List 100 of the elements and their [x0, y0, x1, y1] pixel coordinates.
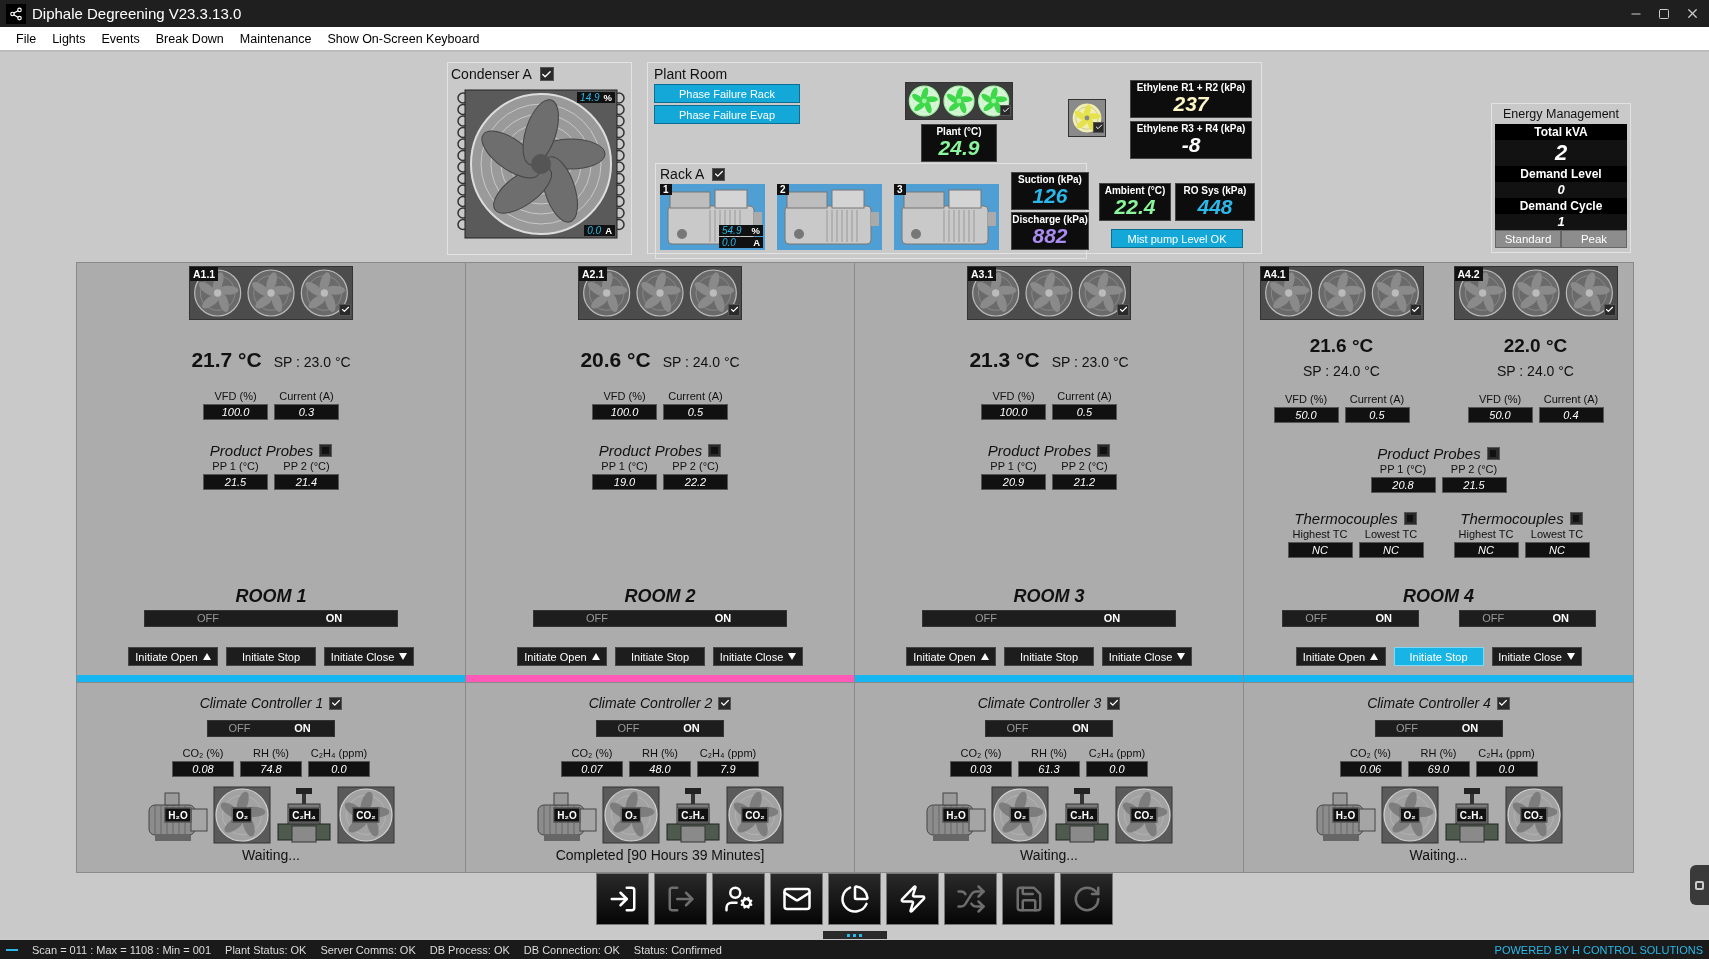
checkbox[interactable]	[1403, 512, 1417, 525]
fan-drawing	[602, 786, 660, 844]
checkbox[interactable]	[1093, 121, 1104, 133]
setpoint: SP : 23.0 °C	[273, 354, 351, 370]
checkbox[interactable]	[1107, 696, 1121, 710]
toolbar-button[interactable]	[828, 873, 881, 925]
checkbox[interactable]	[1569, 512, 1583, 525]
reading-label: Highest TC	[1292, 528, 1348, 540]
device-label: H₂O	[164, 807, 192, 823]
on-off-switch[interactable]: OFF ON	[533, 610, 787, 627]
checkbox[interactable]	[1097, 444, 1111, 457]
checkbox[interactable]	[339, 303, 351, 316]
room-command-button[interactable]: Initiate Stop	[615, 647, 705, 666]
checkbox[interactable]	[712, 167, 726, 181]
status-text: DB Process: OK	[429, 943, 510, 956]
reading-label: PP 2 (°C)	[1061, 460, 1108, 472]
checkbox[interactable]	[728, 303, 740, 316]
on-off-switch[interactable]: OFF ON	[1458, 610, 1596, 627]
reading-value: NC	[1287, 542, 1353, 558]
caret-up-icon	[980, 653, 989, 660]
fan-drawing	[991, 786, 1049, 844]
room-command-button[interactable]: Initiate Stop	[1004, 647, 1094, 666]
on-off-switch[interactable]: OFF ON	[144, 610, 398, 627]
compressor-number: 3	[894, 184, 906, 195]
on-off-switch[interactable]: OFF ON	[1374, 720, 1503, 737]
controller-status: Completed [90 Hours 39 Minutes]	[555, 847, 765, 863]
checkbox[interactable]	[708, 444, 722, 457]
reading-value: 0.08	[172, 761, 234, 777]
reading-label: PP 1 (°C)	[601, 460, 648, 472]
room-command-button[interactable]: Initiate Stop	[226, 647, 316, 666]
room-command-button[interactable]: Initiate Open	[1295, 647, 1386, 666]
caret-up-icon	[1370, 653, 1379, 660]
toolbar-button[interactable]	[596, 873, 649, 925]
reading-value: 21.4	[274, 474, 339, 490]
menu-item[interactable]: Show On-Screen Keyboard	[319, 31, 488, 46]
on-off-switch[interactable]: OFF ON	[1281, 610, 1419, 627]
reading-value: 14.9	[580, 92, 600, 103]
reading-unit: %	[751, 225, 760, 236]
on-off-switch[interactable]: OFF ON	[596, 720, 724, 737]
side-handle[interactable]	[1690, 865, 1709, 905]
reading-label: CO₂ (%)	[1350, 747, 1391, 759]
checkbox[interactable]	[1000, 104, 1011, 116]
reading-value: 20.8	[1370, 477, 1436, 493]
group-title: Product Probes	[987, 442, 1092, 459]
toolbar-button[interactable]	[712, 873, 765, 925]
on-off-switch[interactable]: OFF ON	[207, 720, 335, 737]
readout-label: Ambient (°C)	[1104, 185, 1166, 196]
device-label: O₂	[231, 807, 253, 823]
caret-up-icon	[202, 653, 211, 660]
reading-value: 100.0	[592, 404, 657, 420]
checkbox[interactable]	[329, 696, 343, 710]
fan-drawing	[1504, 786, 1563, 844]
menu-item[interactable]: File	[8, 31, 45, 46]
checkbox[interactable]	[718, 696, 732, 710]
room-command-button[interactable]: Initiate Close	[1491, 647, 1582, 666]
panel-title: Condenser A	[451, 66, 532, 82]
menu-item[interactable]: Lights	[44, 31, 94, 46]
reading-value: 50.0	[1273, 407, 1339, 423]
on-off-switch[interactable]: OFF ON	[985, 720, 1113, 737]
energy-value: 1	[1495, 214, 1627, 230]
toolbar-handle[interactable]	[822, 931, 887, 939]
room-command-button[interactable]: Initiate Open	[128, 647, 218, 666]
menu-item[interactable]: Maintenance	[231, 31, 320, 46]
menu-item[interactable]: Break Down	[147, 31, 232, 46]
room-command-button[interactable]: Initiate Close	[713, 647, 803, 666]
on-off-switch[interactable]: OFF ON	[922, 610, 1176, 627]
fan-drawing	[726, 786, 784, 844]
device-label: O₂	[1009, 807, 1031, 823]
room-temperature: 21.7 °C	[191, 348, 262, 372]
unit-tag: A1.1	[190, 267, 219, 281]
room-command-button[interactable]: Initiate Open	[517, 647, 607, 666]
reading-value: 0.0	[587, 225, 602, 236]
credit-text: POWERED BY H CONTROL SOLUTIONS	[1494, 943, 1703, 956]
room-command-button[interactable]: Initiate Close	[1102, 647, 1192, 666]
room-command-button[interactable]: Initiate Close	[324, 647, 414, 666]
checkbox[interactable]	[1117, 303, 1129, 316]
toolbar-button[interactable]	[886, 873, 939, 925]
reading-value: 22.2	[663, 474, 728, 490]
device-label: CO₂	[1130, 807, 1158, 823]
room-command-button[interactable]: Initiate Open	[906, 647, 996, 666]
reading-value: 0.06	[1339, 761, 1402, 777]
reading-value: 100.0	[203, 404, 268, 420]
device-label: CO₂	[1519, 807, 1548, 823]
toolbar-button[interactable]	[770, 873, 823, 925]
status-text: Status: Confirmed	[633, 943, 722, 956]
status-indicator-icon	[6, 948, 18, 951]
device-label: C₂H₄	[288, 807, 320, 823]
menu-item[interactable]: Events	[93, 31, 148, 46]
reading-label: CO₂ (%)	[960, 747, 1002, 759]
checkbox[interactable]	[1496, 696, 1510, 710]
checkbox[interactable]	[539, 67, 554, 81]
reading-value: 50.0	[1467, 407, 1533, 423]
room-temperature: 22.0 °C	[1503, 335, 1568, 357]
panel-title: Energy Management	[1502, 107, 1619, 121]
energy-value: 2	[1495, 140, 1627, 166]
device-label: H₂O	[1331, 807, 1360, 823]
checkbox[interactable]	[319, 444, 333, 457]
checkbox[interactable]	[1486, 447, 1500, 460]
readout-label: Discharge (kPa)	[1012, 214, 1088, 225]
device-label: CO₂	[352, 807, 380, 823]
